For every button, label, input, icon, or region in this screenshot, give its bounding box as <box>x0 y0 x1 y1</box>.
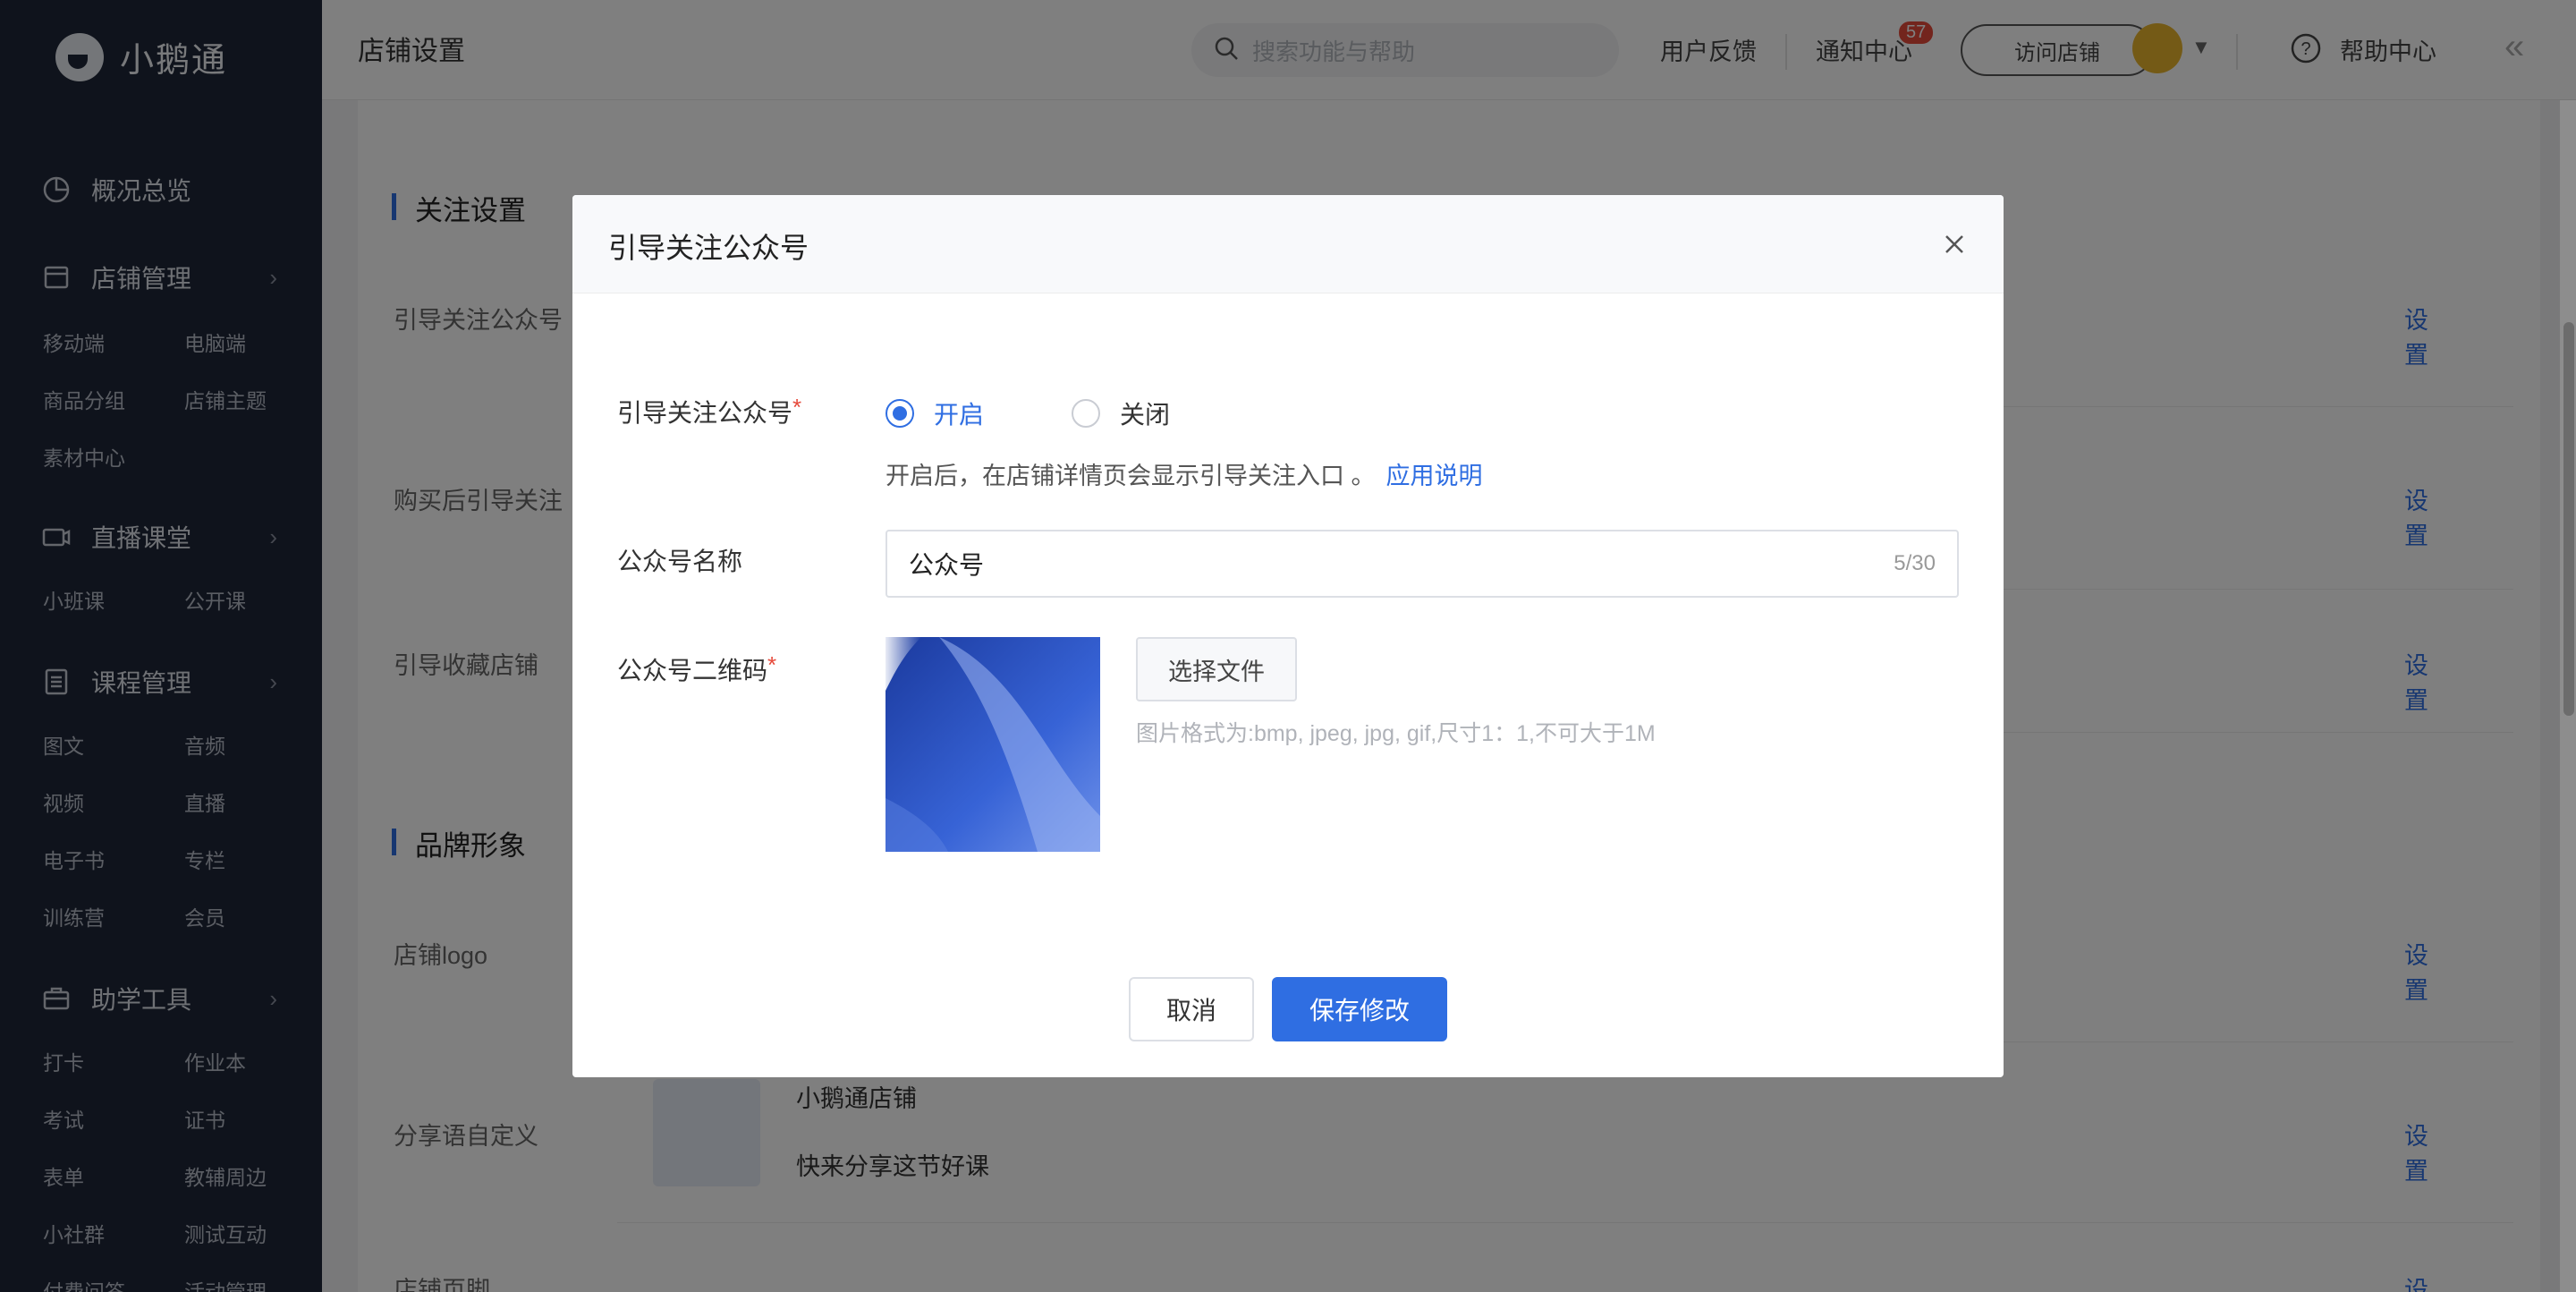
qr-field-label: 公众号二维码* <box>617 651 776 687</box>
scrollbar-thumb[interactable] <box>2563 322 2574 716</box>
follow-field-label: 引导关注公众号* <box>617 394 801 429</box>
required-mark: * <box>792 394 802 421</box>
char-counter: 5/30 <box>1894 551 1936 575</box>
account-name-input[interactable] <box>909 549 1894 578</box>
account-name-field[interactable]: 5/30 <box>886 530 1959 598</box>
choose-file-button[interactable]: 选择文件 <box>1136 637 1297 701</box>
help-doc-link[interactable]: 应用说明 <box>1386 463 1483 489</box>
save-button[interactable]: 保存修改 <box>1272 977 1447 1041</box>
radio-unchecked-icon <box>1072 399 1100 428</box>
follow-hint: 开启后，在店铺详情页会显示引导关注入口 。应用说明 <box>886 456 1483 491</box>
radio-on-label: 开启 <box>934 401 985 429</box>
hint-text: 开启后，在店铺详情页会显示引导关注入口 。 <box>886 463 1376 489</box>
name-field-label: 公众号名称 <box>617 548 743 575</box>
radio-off-label: 关闭 <box>1120 401 1171 429</box>
radio-off[interactable]: 关闭 <box>1072 395 1170 431</box>
required-mark: * <box>767 651 777 678</box>
qr-code-image <box>886 637 1100 852</box>
radio-checked-icon <box>886 399 914 428</box>
radio-on[interactable]: 开启 <box>886 395 984 431</box>
file-format-hint: 图片格式为:bmp, jpeg, jpg, gif,尺寸1：1,不可大于1M <box>1136 721 1656 746</box>
dialog-title: 引导关注公众号 <box>608 232 809 264</box>
follow-field-label-text: 引导关注公众号 <box>617 399 793 427</box>
qr-field-label-text: 公众号二维码 <box>617 657 768 684</box>
follow-account-dialog: 引导关注公众号 引导关注公众号* 开启 关闭 开启后，在店铺详情页会显示引导关注… <box>572 195 2004 1077</box>
dialog-header: 引导关注公众号 <box>572 195 2004 293</box>
close-icon[interactable] <box>1941 231 1968 258</box>
cancel-button[interactable]: 取消 <box>1129 977 1254 1041</box>
